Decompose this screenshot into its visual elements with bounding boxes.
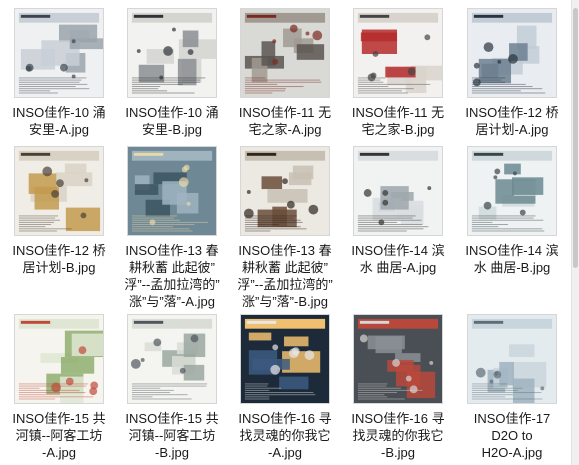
file-name-line: -B.jpg	[155, 445, 189, 460]
image-thumbnail-icon[interactable]	[353, 8, 443, 98]
image-thumbnail-icon[interactable]	[467, 314, 557, 404]
file-name-line: 水 曲居-A.jpg	[359, 260, 437, 275]
file-item[interactable]: INSO佳作-12 桥居计划-A.jpg	[456, 8, 568, 138]
file-name[interactable]: INSO佳作-12 桥居计划-B.jpg	[3, 242, 115, 276]
file-name-line: 河镇--阿客工坊	[15, 428, 103, 443]
file-name-line: INSO佳作-16 寻	[351, 411, 445, 426]
file-item[interactable]: INSO佳作-13 春耕秋蓄 此起彼” 浮”--孟加拉湾的” 涨”与”落”-B.jp…	[229, 146, 341, 310]
file-name-line: 居计划-A.jpg	[475, 122, 549, 137]
file-name-line: 涨”与”落”-A.jpg	[129, 294, 215, 309]
file-name-line: INSO佳作-12 桥	[465, 105, 559, 120]
file-item[interactable]: INSO佳作-11 无宅之家-B.jpg	[342, 8, 454, 138]
file-name[interactable]: INSO佳作-13 春耕秋蓄 此起彼” 浮”--孟加拉湾的” 涨”与”落”-B.jp…	[229, 242, 341, 310]
file-name-line: INSO佳作-15 共	[12, 411, 106, 426]
file-item[interactable]: INSO佳作-16 寻找灵魂的你我它 -A.jpg	[229, 314, 341, 461]
file-name[interactable]: INSO佳作-14 滨水 曲居-A.jpg	[342, 242, 454, 276]
file-name[interactable]: INSO佳作-15 共河镇--阿客工坊 -B.jpg	[116, 410, 228, 461]
scrollbar-thumb[interactable]	[573, 8, 578, 268]
file-name-line: 河镇--阿客工坊	[128, 428, 216, 443]
file-name-line: 耕秋蓄 此起彼”	[242, 260, 328, 275]
file-name-line: INSO佳作-13 春	[125, 243, 219, 258]
file-name-line: 浮”--孟加拉湾的”	[237, 277, 333, 292]
file-name-line: -A.jpg	[268, 445, 302, 460]
file-item[interactable]: INSO佳作-14 滨水 曲居-A.jpg	[342, 146, 454, 276]
image-thumbnail-icon[interactable]	[353, 146, 443, 236]
vertical-scrollbar[interactable]	[571, 0, 579, 465]
file-name[interactable]: INSO佳作-16 寻找灵魂的你我它 -A.jpg	[229, 410, 341, 461]
file-name-line: INSO佳作-12 桥	[12, 243, 106, 258]
image-thumbnail-icon[interactable]	[14, 8, 104, 98]
file-name-line: H2O-A.jpg	[481, 445, 543, 460]
file-name-line: -B.jpg	[381, 445, 415, 460]
image-thumbnail-icon[interactable]	[14, 314, 104, 404]
file-name-line: INSO佳作-13 春	[238, 243, 332, 258]
file-name[interactable]: INSO佳作-15 共河镇--阿客工坊 -A.jpg	[3, 410, 115, 461]
file-item[interactable]: INSO佳作-14 滨水 曲居-B.jpg	[456, 146, 568, 276]
file-item[interactable]: INSO佳作-10 涌安里-A.jpg	[3, 8, 115, 138]
file-name-line: INSO佳作-17	[473, 411, 551, 426]
file-name-line: -A.jpg	[42, 445, 76, 460]
file-name[interactable]: INSO佳作-11 无宅之家-A.jpg	[229, 104, 341, 138]
file-name[interactable]: INSO佳作-11 无宅之家-B.jpg	[342, 104, 454, 138]
file-name-line: 宅之家-B.jpg	[361, 122, 435, 137]
file-name-line: INSO佳作-10 涌	[125, 105, 219, 120]
image-thumbnail-icon[interactable]	[14, 146, 104, 236]
file-name-line: INSO佳作-11 无	[238, 105, 332, 120]
file-name[interactable]: INSO佳作-10 涌安里-A.jpg	[3, 104, 115, 138]
file-name-line: 安里-B.jpg	[142, 122, 202, 137]
file-item[interactable]: INSO佳作-11 无宅之家-A.jpg	[229, 8, 341, 138]
file-name-line: INSO佳作-11 无	[351, 105, 445, 120]
file-name-line: INSO佳作-16 寻	[238, 411, 332, 426]
file-name-line: D2O to	[491, 428, 533, 443]
file-name-line: INSO佳作-15 共	[125, 411, 219, 426]
file-name-line: 找灵魂的你我它	[239, 428, 331, 443]
file-name[interactable]: INSO佳作-17 D2O to H2O-A.jpg	[456, 410, 568, 461]
file-name-line: INSO佳作-10 涌	[12, 105, 106, 120]
file-name[interactable]: INSO佳作-14 滨水 曲居-B.jpg	[456, 242, 568, 276]
file-name-line: 涨”与”落”-B.jpg	[242, 294, 328, 309]
file-name-line: 找灵魂的你我它	[352, 428, 444, 443]
file-name-line: 安里-A.jpg	[29, 122, 89, 137]
file-name[interactable]: INSO佳作-12 桥居计划-A.jpg	[456, 104, 568, 138]
file-item[interactable]: INSO佳作-15 共河镇--阿客工坊 -B.jpg	[116, 314, 228, 461]
file-name-line: 浮”--孟加拉湾的”	[124, 277, 220, 292]
file-item[interactable]: INSO佳作-10 涌安里-B.jpg	[116, 8, 228, 138]
file-item[interactable]: INSO佳作-17 D2O to H2O-A.jpg	[456, 314, 568, 461]
file-name[interactable]: INSO佳作-10 涌安里-B.jpg	[116, 104, 228, 138]
image-thumbnail-icon[interactable]	[127, 146, 217, 236]
file-name-line: 宅之家-A.jpg	[248, 122, 322, 137]
file-name[interactable]: INSO佳作-16 寻找灵魂的你我它 -B.jpg	[342, 410, 454, 461]
image-thumbnail-icon[interactable]	[240, 146, 330, 236]
image-thumbnail-icon[interactable]	[353, 314, 443, 404]
image-thumbnail-icon[interactable]	[127, 314, 217, 404]
file-item[interactable]: INSO佳作-13 春耕秋蓄 此起彼” 浮”--孟加拉湾的” 涨”与”落”-A.jp…	[116, 146, 228, 310]
file-name-line: INSO佳作-14 滨	[465, 243, 559, 258]
image-thumbnail-icon[interactable]	[240, 314, 330, 404]
file-item[interactable]: INSO佳作-15 共河镇--阿客工坊 -A.jpg	[3, 314, 115, 461]
file-name-line: 水 曲居-B.jpg	[473, 260, 551, 275]
file-grid: INSO佳作-10 涌安里-A.jpg INSO佳作-10 涌安里-B.jpg IN…	[0, 0, 572, 465]
file-name-line: INSO佳作-14 滨	[351, 243, 445, 258]
file-item[interactable]: INSO佳作-16 寻找灵魂的你我它 -B.jpg	[342, 314, 454, 461]
file-name-line: 耕秋蓄 此起彼”	[129, 260, 215, 275]
image-thumbnail-icon[interactable]	[127, 8, 217, 98]
image-thumbnail-icon[interactable]	[240, 8, 330, 98]
file-name[interactable]: INSO佳作-13 春耕秋蓄 此起彼” 浮”--孟加拉湾的” 涨”与”落”-A.jp…	[116, 242, 228, 310]
image-thumbnail-icon[interactable]	[467, 8, 557, 98]
file-item[interactable]: INSO佳作-12 桥居计划-B.jpg	[3, 146, 115, 276]
file-name-line: 居计划-B.jpg	[22, 260, 96, 275]
image-thumbnail-icon[interactable]	[467, 146, 557, 236]
